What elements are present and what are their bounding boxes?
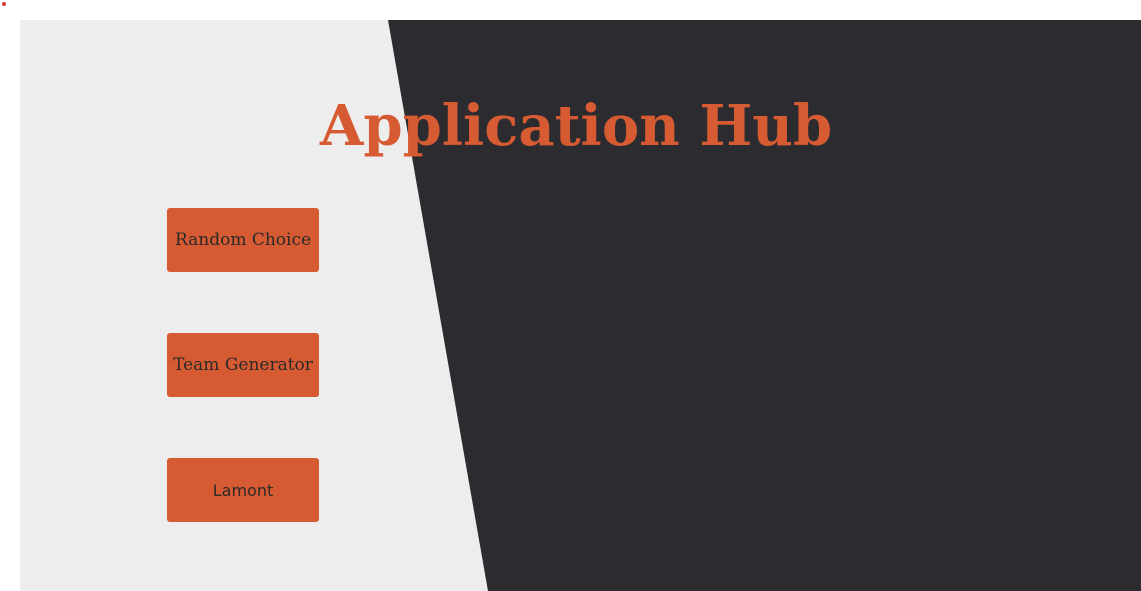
- page-title: Application Hub: [320, 93, 833, 159]
- app-hub-canvas: Application Hub Random Choice Team Gener…: [20, 20, 1141, 591]
- random-choice-button[interactable]: Random Choice: [167, 208, 319, 272]
- lamont-button[interactable]: Lamont: [167, 458, 319, 522]
- team-generator-button[interactable]: Team Generator: [167, 333, 319, 397]
- status-dot: [2, 2, 6, 6]
